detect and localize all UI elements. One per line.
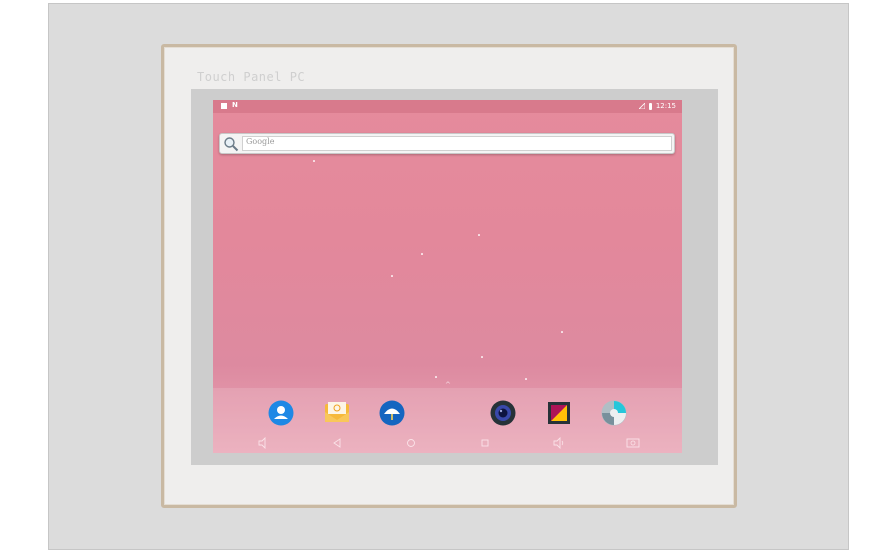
camera-icon[interactable] — [490, 400, 516, 426]
search-input[interactable] — [242, 136, 672, 151]
wallpaper-speck — [313, 160, 315, 162]
screenshot-icon[interactable] — [626, 437, 640, 449]
wallpaper-speck — [435, 376, 437, 378]
wallpaper-speck — [481, 356, 483, 358]
volume-up-icon[interactable] — [552, 437, 566, 449]
navigation-bar — [213, 433, 682, 453]
gallery-icon[interactable] — [546, 400, 572, 426]
google-search-widget[interactable]: Google — [219, 133, 675, 154]
wallpaper-speck — [478, 234, 480, 236]
search-magnifier-icon[interactable] — [223, 136, 239, 152]
sd-card-icon — [221, 102, 227, 109]
back-icon[interactable] — [330, 437, 344, 449]
contacts-icon[interactable] — [268, 400, 294, 426]
android-home-screen: N 12:15 Google ^ — [213, 100, 682, 453]
wallpaper-speck — [421, 253, 423, 255]
status-time: 12:15 — [655, 102, 676, 110]
email-icon[interactable] — [324, 400, 350, 426]
status-bar: N 12:15 — [213, 100, 682, 113]
device-brand-label: Touch Panel PC — [197, 70, 306, 84]
wallpaper-speck — [391, 275, 393, 277]
wallpaper-speck — [561, 331, 563, 333]
search-placeholder: Google — [246, 137, 275, 146]
volume-down-icon[interactable] — [256, 437, 270, 449]
recents-icon[interactable] — [478, 437, 492, 449]
home-icon[interactable] — [404, 437, 418, 449]
battery-icon — [648, 102, 652, 110]
weather-umbrella-icon[interactable] — [379, 400, 405, 426]
browser-icon[interactable] — [601, 400, 627, 426]
signal-icon — [638, 103, 645, 109]
wallpaper-speck — [525, 378, 527, 380]
notification-n-icon: N — [232, 101, 238, 109]
app-drawer-caret-icon[interactable]: ^ — [445, 381, 451, 389]
